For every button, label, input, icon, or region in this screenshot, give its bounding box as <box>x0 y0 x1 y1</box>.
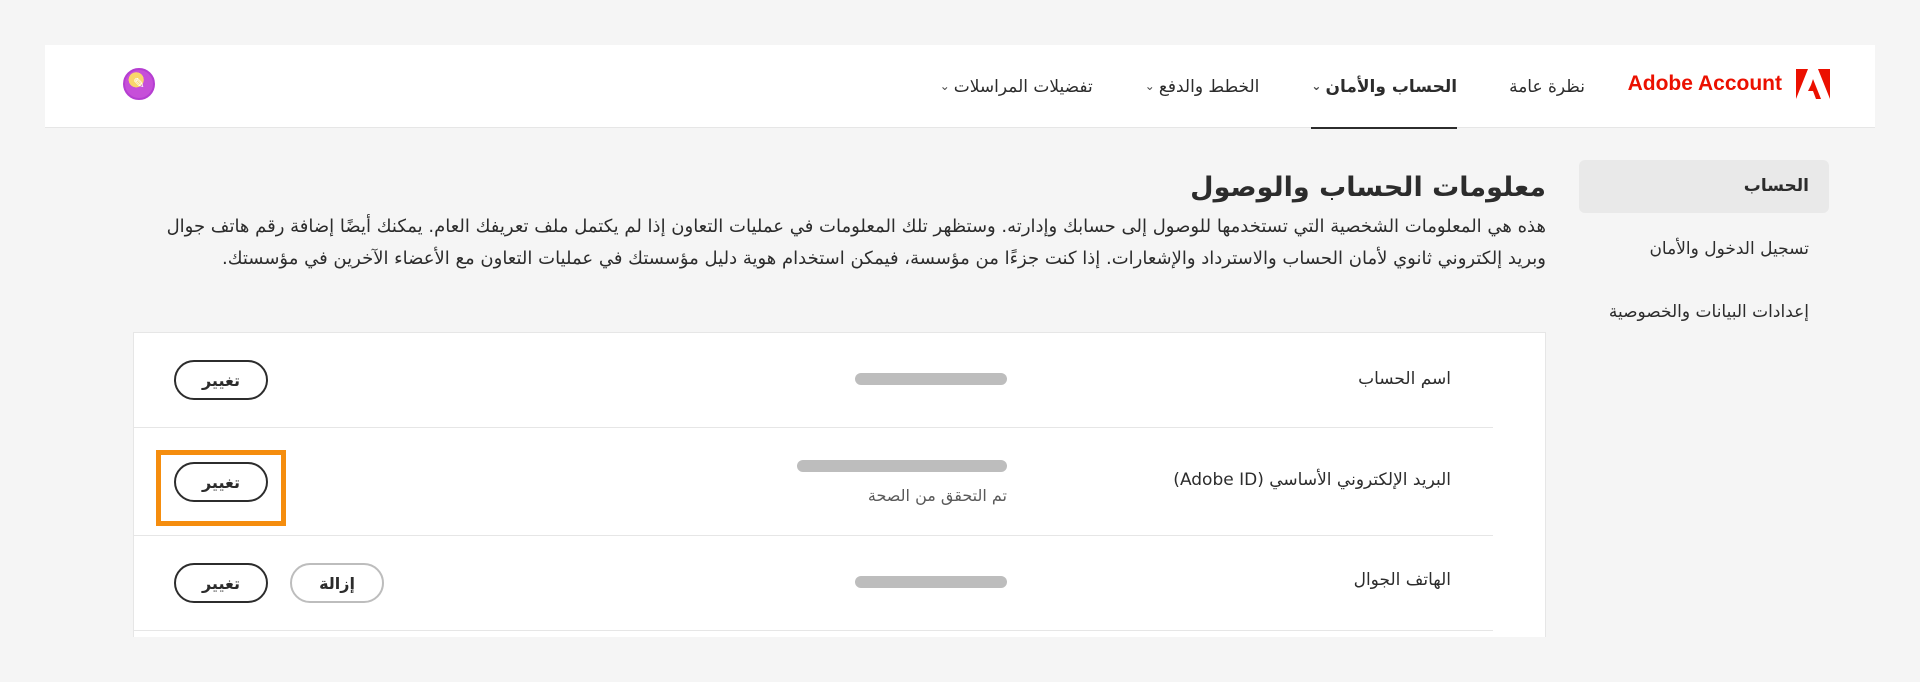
chevron-down-icon: ⌄ <box>939 78 950 93</box>
mobile-phone-value-redacted <box>855 576 1007 588</box>
main-nav: نظرة عامة الحساب والأمان ⌄ الخطط والدفع … <box>940 45 1585 129</box>
page-title: معلومات الحساب والوصول <box>1190 172 1546 203</box>
change-email-button[interactable]: تغيير <box>174 462 268 502</box>
mobile-phone-row: الهاتف الجوال إزالة تغيير <box>134 536 1493 631</box>
remove-phone-button[interactable]: إزالة <box>290 563 384 603</box>
sidebar: الحساب تسجيل الدخول والأمان إعدادات البي… <box>1579 160 1829 349</box>
nav-overview-label: نظرة عامة <box>1509 76 1585 97</box>
nav-overview[interactable]: نظرة عامة <box>1509 45 1585 128</box>
main-content: معلومات الحساب والوصول هذه هي المعلومات … <box>131 172 1546 275</box>
adobe-logo-icon <box>1796 69 1830 99</box>
change-account-name-button[interactable]: تغيير <box>174 360 268 400</box>
mobile-phone-label: الهاتف الجوال <box>1353 570 1451 590</box>
chevron-down-icon: ⌄ <box>1311 78 1322 93</box>
nav-plans-payment-label: الخطط والدفع <box>1158 76 1260 97</box>
top-header: Adobe Account نظرة عامة الحساب والأمان ⌄… <box>45 45 1875 129</box>
sidebar-item-signin-security[interactable]: تسجيل الدخول والأمان <box>1579 223 1829 276</box>
brand-name: Adobe Account <box>1627 72 1782 95</box>
page-description: هذه هي المعلومات الشخصية التي تستخدمها ل… <box>166 216 1546 269</box>
account-info-card: اسم الحساب تغيير البريد الإلكتروني الأسا… <box>133 332 1546 637</box>
account-name-row: اسم الحساب تغيير <box>134 333 1493 428</box>
nav-communication-preferences[interactable]: تفضيلات المراسلات ⌄ <box>940 45 1093 128</box>
chevron-down-icon: ⌄ <box>1144 78 1155 93</box>
sidebar-item-account[interactable]: الحساب <box>1579 160 1829 213</box>
change-phone-button[interactable]: تغيير <box>174 563 268 603</box>
email-verified-status: تم التحقق من الصحة <box>867 486 1007 505</box>
nav-communication-preferences-label: تفضيلات المراسلات <box>953 76 1093 97</box>
nav-plans-payment[interactable]: الخطط والدفع ⌄ <box>1145 45 1260 128</box>
primary-email-label: البريد الإلكتروني الأساسي (Adobe ID) <box>1173 470 1451 490</box>
account-name-value-redacted <box>855 373 1007 385</box>
primary-email-row: البريد الإلكتروني الأساسي (Adobe ID) تم … <box>134 428 1493 536</box>
sidebar-item-data-privacy[interactable]: إعدادات البيانات والخصوصية <box>1579 286 1829 339</box>
brand[interactable]: Adobe Account <box>1628 69 1830 99</box>
nav-account-security-label: الحساب والأمان <box>1325 76 1458 97</box>
account-name-label: اسم الحساب <box>1358 369 1451 389</box>
nav-account-security[interactable]: الحساب والأمان ⌄ <box>1311 45 1458 129</box>
user-avatar[interactable]: ✎ <box>123 68 155 100</box>
primary-email-value-redacted <box>797 460 1007 472</box>
